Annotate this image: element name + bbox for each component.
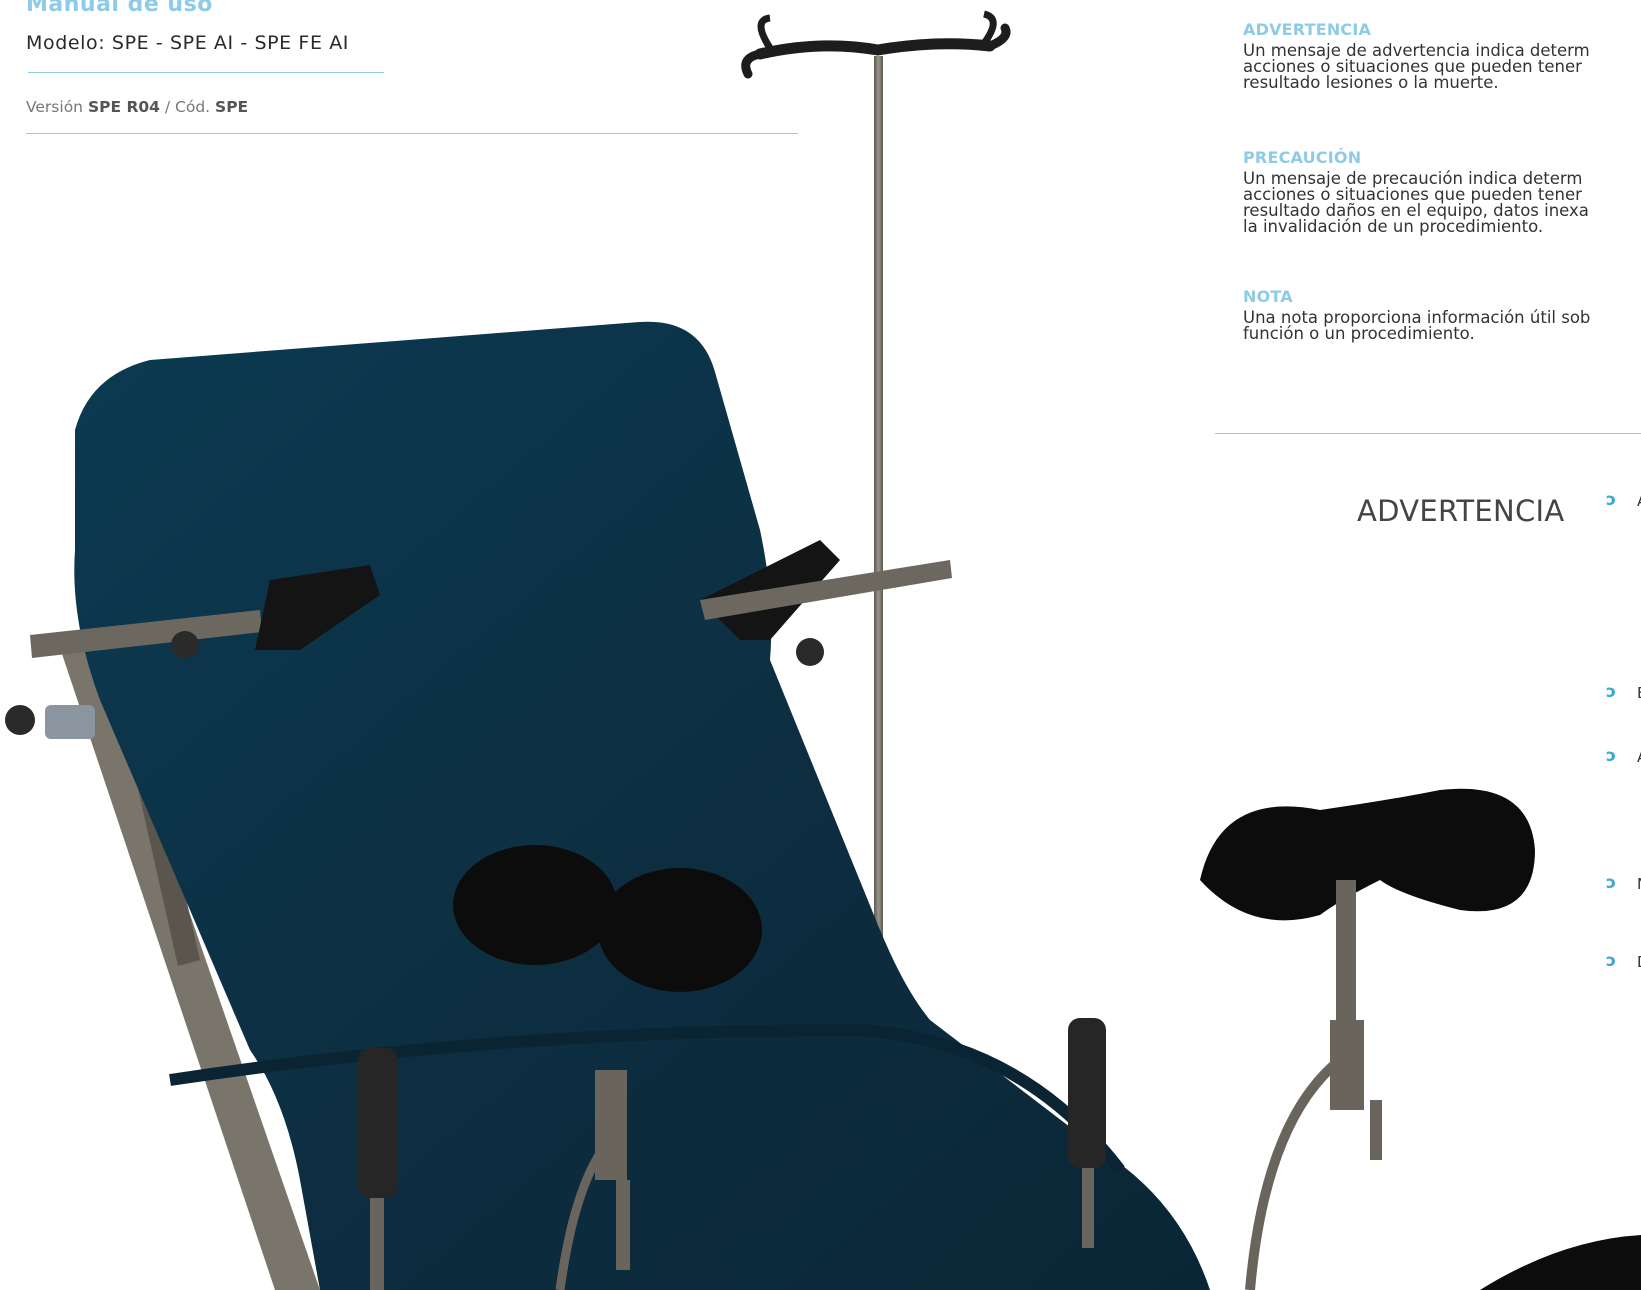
definition-text: Un mensaje de advertencia indica determ … <box>1243 41 1590 92</box>
manual-title: Manual de uso <box>26 0 213 17</box>
bullet-text: N <box>1637 875 1641 893</box>
definition-warning: ADVERTENCIA Un mensaje de advertencia in… <box>1243 20 1641 91</box>
definition-heading: ADVERTENCIA <box>1243 20 1372 39</box>
product-code: SPE <box>215 98 249 116</box>
definition-caution: PRECAUCIÓN Un mensaje de precaución indi… <box>1243 148 1641 235</box>
version-divider <box>26 133 798 134</box>
definition-text: Un mensaje de precaución indica determ a… <box>1243 169 1589 236</box>
bullet-text: D <box>1637 953 1641 971</box>
version-separator: / Cód. <box>159 98 216 116</box>
right-leg-support <box>1200 788 1641 1290</box>
header-divider <box>28 72 384 73</box>
version-code: SPE R04 <box>87 98 160 116</box>
bullet-icon: ↄ <box>1606 873 1617 893</box>
version-line: Versión SPE R04 / Cód. SPE <box>26 98 248 116</box>
definition-note: NOTA Una nota proporciona información út… <box>1243 287 1641 342</box>
bullet-icon: ↄ <box>1606 490 1617 510</box>
section-divider <box>1215 433 1641 434</box>
bullet-icon: ↄ <box>1606 746 1617 766</box>
bullet-text: E <box>1637 684 1641 702</box>
warning-section-title: ADVERTENCIA <box>1357 494 1565 528</box>
bullet-text: A <box>1637 748 1641 766</box>
version-prefix: Versión <box>26 98 88 116</box>
definition-heading: PRECAUCIÓN <box>1243 148 1362 167</box>
bullet-text: A <box>1637 492 1641 510</box>
definition-text: Una nota proporciona información útil so… <box>1243 308 1591 343</box>
model-line: Modelo: SPE - SPE AI - SPE FE AI <box>26 32 350 54</box>
definition-heading: NOTA <box>1243 287 1293 306</box>
bullet-icon: ↄ <box>1606 682 1617 702</box>
bullet-icon: ↄ <box>1606 951 1617 971</box>
